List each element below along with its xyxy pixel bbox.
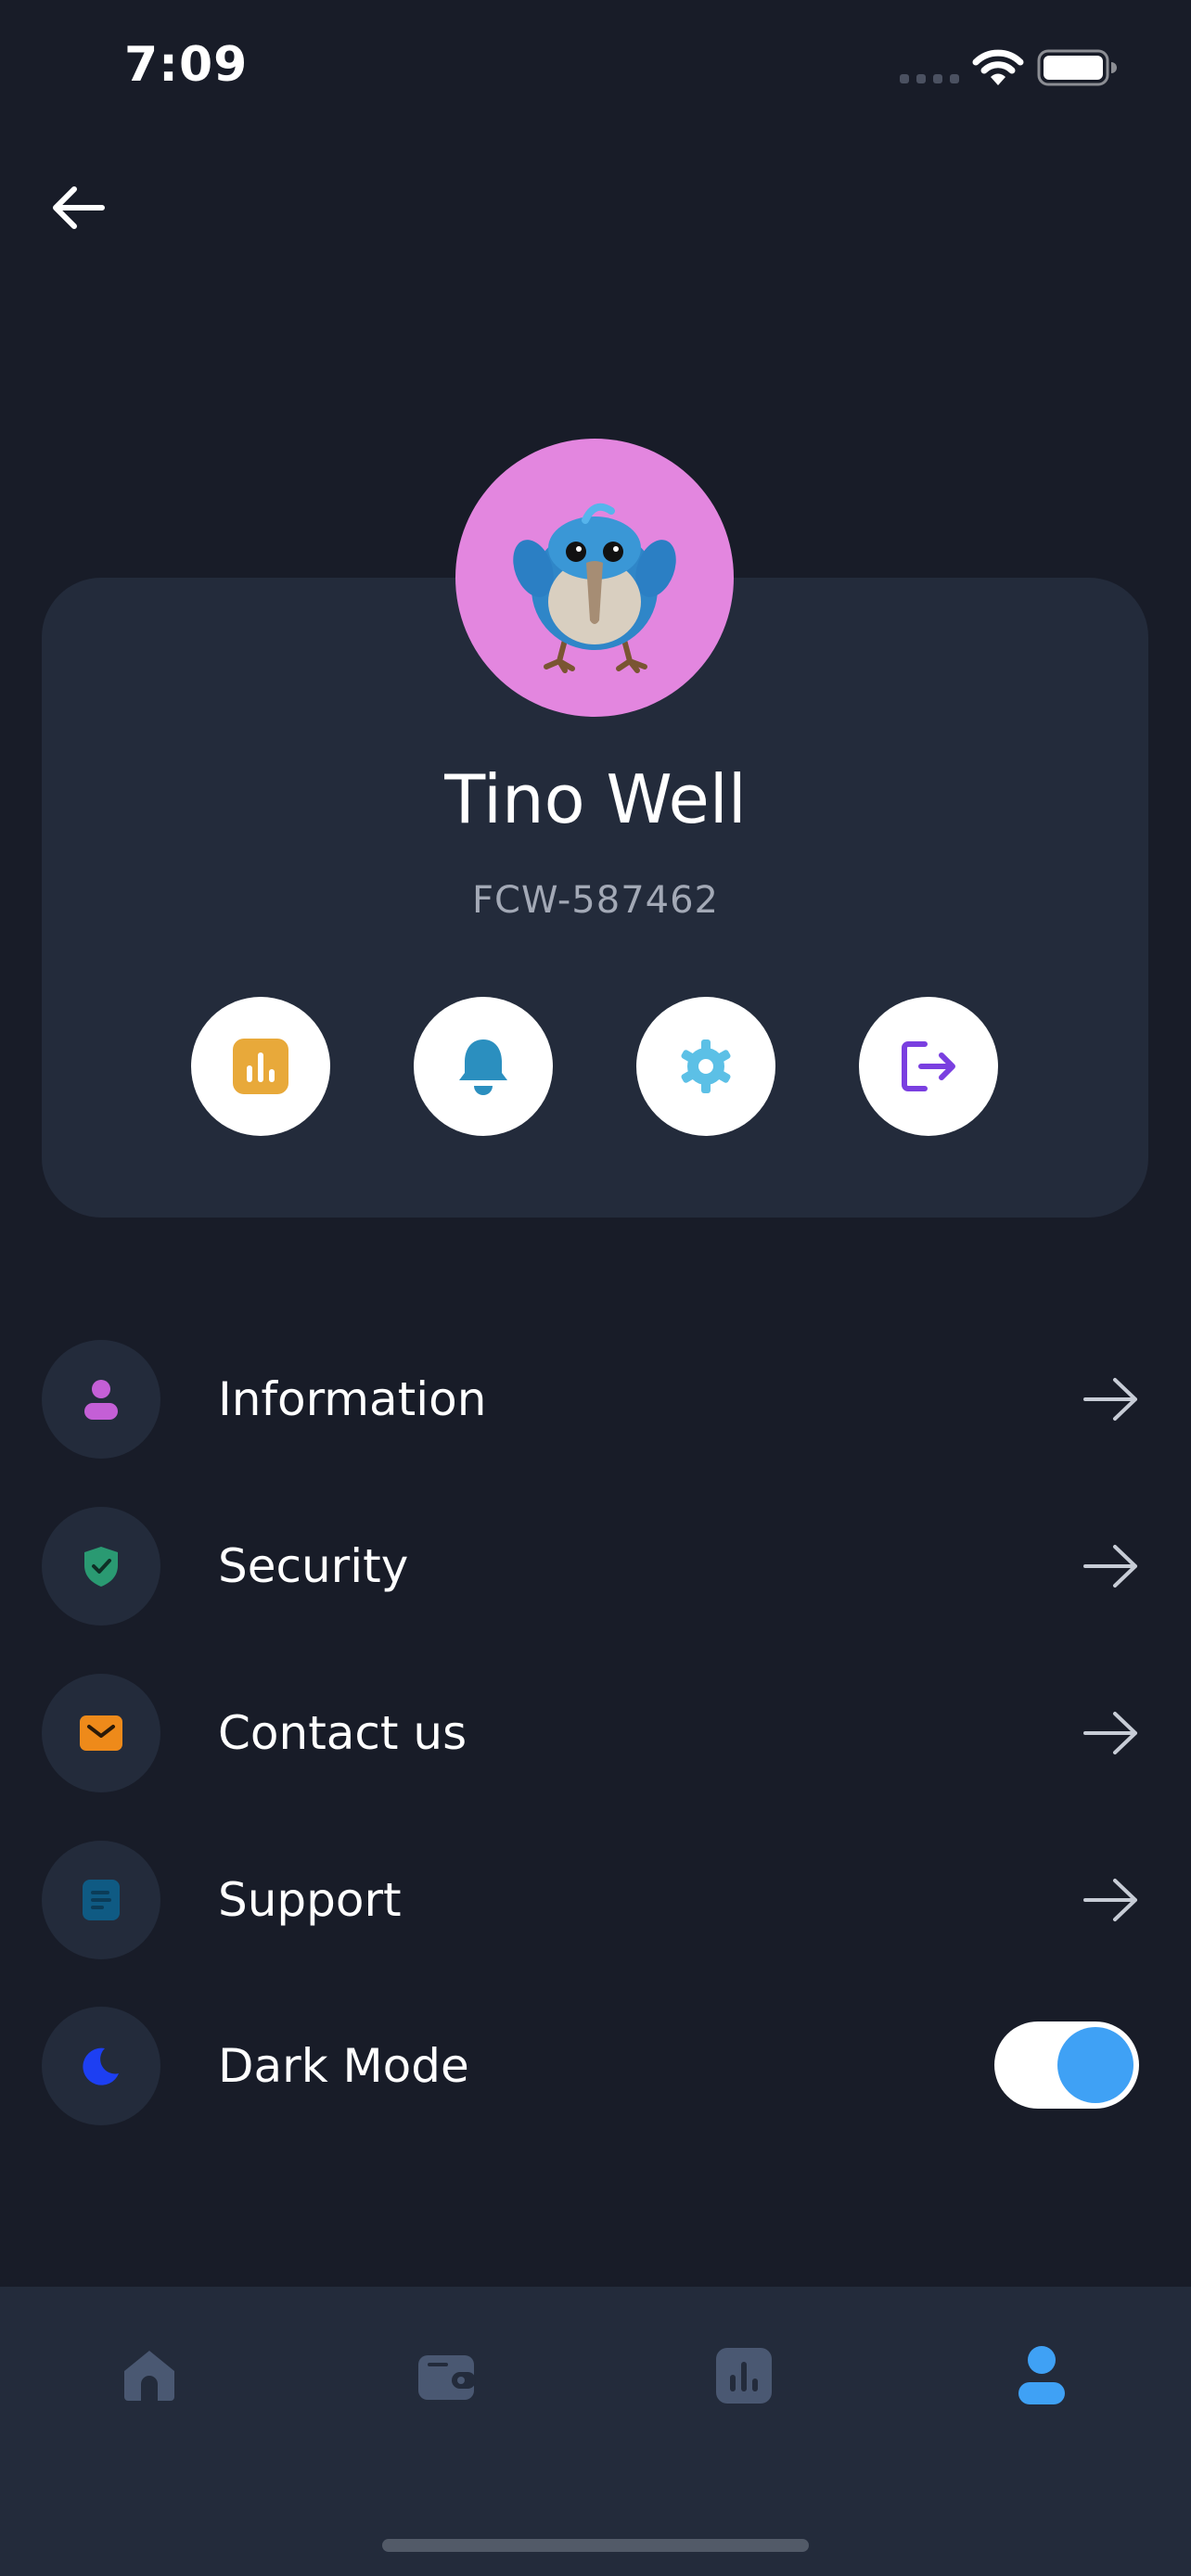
arrow-right-icon: [1083, 1545, 1137, 1588]
mail-icon: [80, 1715, 122, 1751]
menu-item-contact-us[interactable]: Contact us: [42, 1674, 1150, 1792]
battery-icon: [1037, 49, 1117, 86]
tab-profile[interactable]: [995, 2339, 1088, 2413]
logout-button[interactable]: [859, 997, 998, 1136]
settings-button[interactable]: [636, 997, 775, 1136]
tab-bar: [0, 2287, 1191, 2576]
menu-item-icon-wrap: [42, 1340, 160, 1459]
menu-item-label: Contact us: [218, 1706, 467, 1760]
tab-statistics[interactable]: [698, 2339, 790, 2413]
menu-item-information[interactable]: Information: [42, 1340, 1150, 1459]
dark-mode-toggle[interactable]: [994, 2021, 1139, 2109]
user-icon: [84, 1380, 118, 1420]
statistics-button[interactable]: [191, 997, 330, 1136]
menu-item-label: Dark Mode: [218, 2039, 469, 2093]
arrow-right-icon: [1083, 1712, 1137, 1754]
home-indicator: [382, 2539, 809, 2552]
status-time: 7:09: [124, 37, 249, 93]
avatar[interactable]: [455, 439, 734, 717]
menu-item-icon-wrap: [42, 1507, 160, 1626]
profile-icon: [1018, 2346, 1065, 2404]
profile-name: Tino Well: [444, 760, 747, 838]
menu-item-label: Information: [218, 1372, 487, 1426]
logout-icon: [902, 1041, 955, 1091]
menu-item-icon-wrap: [42, 2007, 160, 2125]
menu-item-security[interactable]: Security: [42, 1507, 1150, 1626]
chart-icon: [716, 2348, 772, 2404]
menu-item-label: Security: [218, 1539, 409, 1593]
wifi-icon: [972, 49, 1024, 85]
menu-item-icon-wrap: [42, 1841, 160, 1959]
tab-wallet[interactable]: [400, 2339, 493, 2413]
home-icon: [124, 2351, 174, 2401]
menu-item-icon-wrap: [42, 1674, 160, 1792]
profile-user-id: FCW-587462: [472, 879, 719, 922]
chart-icon: [233, 1039, 288, 1094]
tab-home[interactable]: [103, 2339, 196, 2413]
menu-item-label: Support: [218, 1873, 402, 1927]
bell-icon: [459, 1039, 507, 1095]
toggle-knob: [1057, 2027, 1133, 2103]
bird-plush-avatar-image: [513, 503, 676, 673]
back-arrow-icon[interactable]: [48, 182, 108, 234]
arrow-right-icon: [1083, 1378, 1137, 1421]
menu-item-dark-mode: Dark Mode: [42, 2007, 969, 2125]
document-icon: [83, 1880, 120, 1920]
arrow-right-icon: [1083, 1879, 1137, 1921]
moon-icon: [83, 2047, 119, 2085]
menu-item-support[interactable]: Support: [42, 1841, 1150, 1959]
gear-icon: [681, 1039, 731, 1093]
shield-check-icon: [84, 1547, 118, 1587]
notifications-button[interactable]: [414, 997, 553, 1136]
wallet-icon: [418, 2355, 476, 2400]
cellular-signal-icon: [900, 74, 959, 83]
